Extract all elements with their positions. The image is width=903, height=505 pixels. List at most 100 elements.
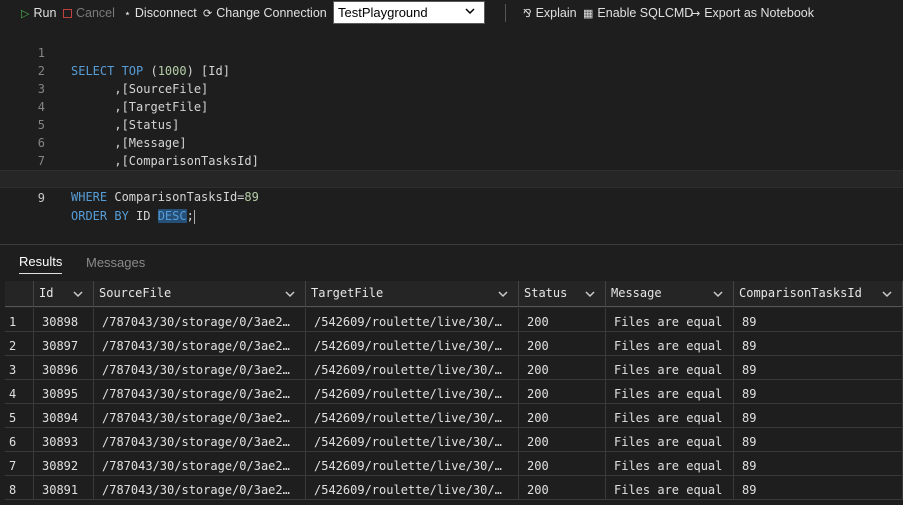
row-number[interactable]: 1	[5, 308, 34, 332]
run-label: Run	[33, 6, 57, 20]
cell-status[interactable]: 200	[519, 428, 606, 452]
column-header-id[interactable]: Id	[34, 281, 94, 307]
database-select-value: TestPlayground	[338, 5, 428, 20]
cell-targetfile[interactable]: /542609/roulette/live/30/…	[306, 332, 519, 356]
change-connection-button[interactable]: ⟳ Change Connection	[203, 6, 327, 20]
chevron-down-icon[interactable]	[881, 288, 893, 300]
cell-targetfile[interactable]: /542609/roulette/live/30/…	[306, 452, 519, 476]
export-notebook-button[interactable]: ↦ Export as Notebook	[691, 6, 814, 20]
disconnect-button[interactable]: ⋆ Disconnect	[124, 6, 197, 20]
cell-targetfile[interactable]: /542609/roulette/live/30/…	[306, 308, 519, 332]
enable-sqlcmd-button[interactable]: ▦ Enable SQLCMD	[583, 6, 693, 20]
cell-status[interactable]: 200	[519, 404, 606, 428]
cancel-button[interactable]: Cancel	[63, 6, 115, 20]
cell-comparisontasksid[interactable]: 89	[734, 452, 903, 476]
table-row[interactable]: 4 30895/787043/30/storage/0/3ae2…/542609/…	[5, 380, 903, 404]
cell-id[interactable]: 30898	[34, 308, 94, 332]
change-connection-label: Change Connection	[216, 6, 327, 20]
cell-status[interactable]: 200	[519, 452, 606, 476]
cell-status[interactable]: 200	[519, 380, 606, 404]
cell-id[interactable]: 30896	[34, 356, 94, 380]
sql-editor[interactable]: 1 SELECT TOP (1000) [Id] 2 ,[SourceFile]…	[0, 26, 903, 244]
cell-message[interactable]: Files are equal	[606, 428, 734, 452]
row-number[interactable]: 4	[5, 380, 34, 404]
cell-targetfile[interactable]: /542609/roulette/live/30/…	[306, 404, 519, 428]
row-number[interactable]: 3	[5, 356, 34, 380]
row-number[interactable]: 5	[5, 404, 34, 428]
tree-icon: ⅋	[523, 7, 532, 20]
cell-sourcefile[interactable]: /787043/30/storage/0/3ae2…	[94, 308, 306, 332]
tab-messages[interactable]: Messages	[86, 255, 145, 274]
cell-comparisontasksid[interactable]: 89	[734, 380, 903, 404]
cell-targetfile[interactable]: /542609/roulette/live/30/…	[306, 356, 519, 380]
explain-button[interactable]: ⅋ Explain	[523, 6, 577, 20]
cell-targetfile[interactable]: /542609/roulette/live/30/…	[306, 476, 519, 500]
cell-message[interactable]: Files are equal	[606, 476, 734, 500]
run-button[interactable]: ▷ Run	[21, 6, 56, 20]
table-row[interactable]: 1 30898/787043/30/storage/0/3ae2…/542609/…	[5, 308, 903, 332]
column-header-sourcefile[interactable]: SourceFile	[94, 281, 306, 307]
cell-message[interactable]: Files are equal	[606, 356, 734, 380]
cell-id[interactable]: 30892	[34, 452, 94, 476]
cell-comparisontasksid[interactable]: 89	[734, 308, 903, 332]
row-number[interactable]: 6	[5, 428, 34, 452]
tab-results[interactable]: Results	[19, 254, 63, 274]
cell-message[interactable]: Files are equal	[606, 404, 734, 428]
column-header-label: Message	[611, 286, 662, 300]
results-grid[interactable]: Id SourceFile TargetFile Status Message …	[5, 281, 903, 505]
grid-header: Id SourceFile TargetFile Status Message …	[5, 281, 903, 308]
cell-sourcefile[interactable]: /787043/30/storage/0/3ae2…	[94, 404, 306, 428]
cell-comparisontasksid[interactable]: 89	[734, 356, 903, 380]
table-icon: ▦	[583, 7, 594, 20]
row-number[interactable]: 8	[5, 476, 34, 500]
code-line: 8 WHERE ComparisonTasksId=89	[0, 152, 903, 204]
cell-comparisontasksid[interactable]: 89	[734, 404, 903, 428]
chevron-down-icon[interactable]	[497, 288, 509, 300]
cell-message[interactable]: Files are equal	[606, 452, 734, 476]
cell-sourcefile[interactable]: /787043/30/storage/0/3ae2…	[94, 380, 306, 404]
cell-comparisontasksid[interactable]: 89	[734, 476, 903, 500]
cell-sourcefile[interactable]: /787043/30/storage/0/3ae2…	[94, 452, 306, 476]
column-header-targetfile[interactable]: TargetFile	[306, 281, 519, 307]
cell-targetfile[interactable]: /542609/roulette/live/30/…	[306, 380, 519, 404]
chevron-down-icon[interactable]	[584, 288, 596, 300]
cell-message[interactable]: Files are equal	[606, 332, 734, 356]
row-number[interactable]: 7	[5, 452, 34, 476]
cell-sourcefile[interactable]: /787043/30/storage/0/3ae2…	[94, 428, 306, 452]
chevron-down-icon[interactable]	[712, 288, 724, 300]
chevron-down-icon[interactable]	[72, 288, 84, 300]
column-header-comparisontasksid[interactable]: ComparisonTasksId	[734, 281, 903, 307]
cell-id[interactable]: 30897	[34, 332, 94, 356]
row-number[interactable]: 2	[5, 332, 34, 356]
cell-status[interactable]: 200	[519, 332, 606, 356]
cell-id[interactable]: 30894	[34, 404, 94, 428]
cell-targetfile[interactable]: /542609/roulette/live/30/…	[306, 428, 519, 452]
cell-sourcefile[interactable]: /787043/30/storage/0/3ae2…	[94, 356, 306, 380]
column-header-status[interactable]: Status	[519, 281, 606, 307]
row-selector-header[interactable]	[5, 281, 34, 307]
cell-message[interactable]: Files are equal	[606, 380, 734, 404]
cell-comparisontasksid[interactable]: 89	[734, 428, 903, 452]
cell-status[interactable]: 200	[519, 476, 606, 500]
cell-message[interactable]: Files are equal	[606, 308, 734, 332]
table-row[interactable]: 6 30893/787043/30/storage/0/3ae2…/542609/…	[5, 428, 903, 452]
table-row[interactable]: 2 30897/787043/30/storage/0/3ae2…/542609/…	[5, 332, 903, 356]
table-row[interactable]: 7 30892/787043/30/storage/0/3ae2…/542609/…	[5, 452, 903, 476]
code-line: 6 ,[ComparisonTasksId]	[0, 116, 903, 168]
cell-id[interactable]: 30891	[34, 476, 94, 500]
plug-icon: ⋆	[124, 7, 131, 20]
cell-sourcefile[interactable]: /787043/30/storage/0/3ae2…	[94, 476, 306, 500]
table-row[interactable]: 8 30891/787043/30/storage/0/3ae2…/542609/…	[5, 476, 903, 500]
cell-id[interactable]: 30895	[34, 380, 94, 404]
column-header-message[interactable]: Message	[606, 281, 734, 307]
panel-divider[interactable]	[0, 244, 903, 245]
cell-sourcefile[interactable]: /787043/30/storage/0/3ae2…	[94, 332, 306, 356]
cell-status[interactable]: 200	[519, 356, 606, 380]
table-row[interactable]: 3 30896/787043/30/storage/0/3ae2…/542609/…	[5, 356, 903, 380]
chevron-down-icon[interactable]	[284, 288, 296, 300]
cell-id[interactable]: 30893	[34, 428, 94, 452]
cell-comparisontasksid[interactable]: 89	[734, 332, 903, 356]
database-select[interactable]: TestPlayground	[333, 1, 485, 24]
table-row[interactable]: 5 30894/787043/30/storage/0/3ae2…/542609/…	[5, 404, 903, 428]
cell-status[interactable]: 200	[519, 308, 606, 332]
